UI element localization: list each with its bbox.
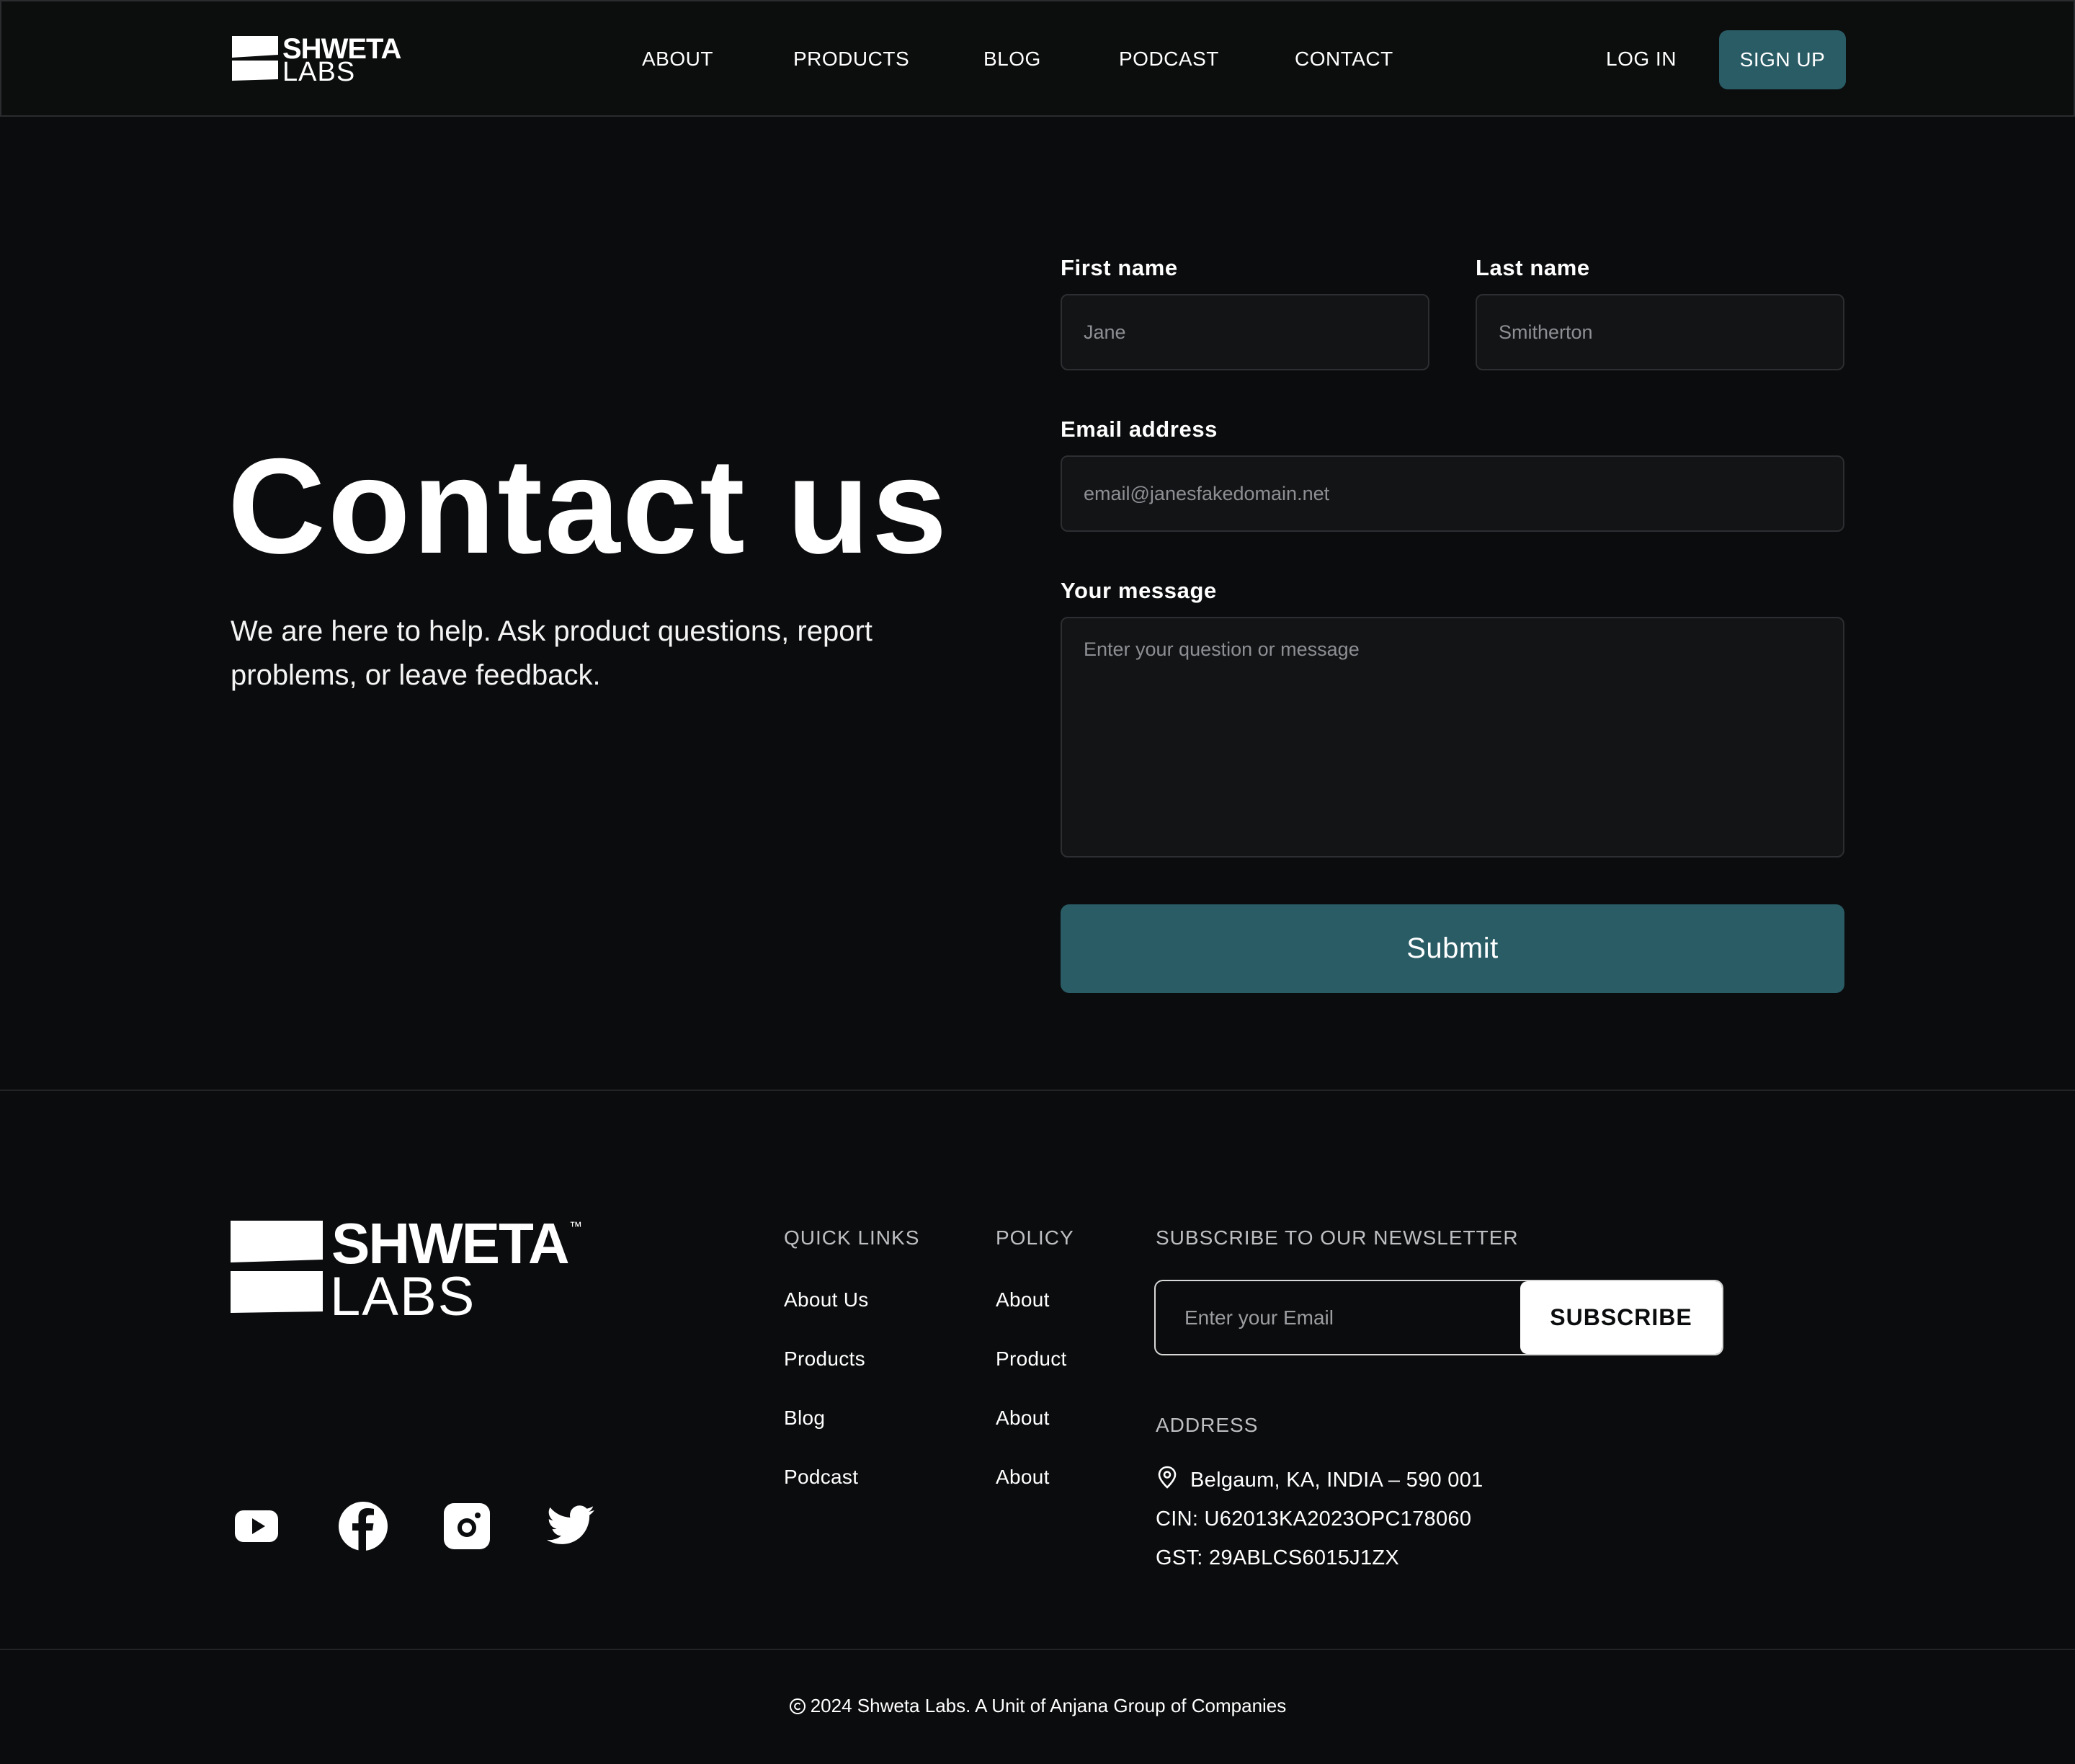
policy-link-product[interactable]: Product [996,1346,1067,1372]
logo-wordmark-top: SHWETA [331,1211,570,1275]
quick-links-heading: QUICK LINKS [784,1226,920,1249]
policy-link-about[interactable]: About [996,1287,1050,1313]
page-subtitle: We are here to help. Ask product questio… [231,615,873,691]
newsletter-form: SUBSCRIBE [1154,1280,1723,1355]
footer-link-products[interactable]: Products [784,1346,865,1372]
footer-logo[interactable]: SHWETA ™ LABS [231,1215,605,1326]
nav-about[interactable]: ABOUT [642,46,713,72]
newsletter-email-input[interactable] [1156,1281,1520,1354]
section-divider [0,1090,2075,1091]
logo-mark-icon [232,36,278,81]
login-link[interactable]: LOG IN [1606,46,1677,72]
signup-button[interactable]: SIGN UP [1719,30,1846,89]
footer-link-podcast[interactable]: Podcast [784,1464,858,1490]
instagram-icon[interactable] [441,1500,493,1552]
twitter-icon[interactable] [545,1500,597,1552]
address-gst: GST: 29ABLCS6015J1ZX [1156,1546,1400,1569]
logo-wordmark-bottom: LABS [282,57,356,87]
first-name-input[interactable] [1061,294,1429,370]
logo-mark-icon [231,1221,323,1313]
policy-link-about[interactable]: About [996,1464,1050,1490]
nav-products[interactable]: PRODUCTS [793,46,909,72]
logo-wordmark-bottom: LABS [330,1266,476,1327]
facebook-icon[interactable] [337,1500,389,1552]
trademark-symbol: ™ [569,1219,582,1234]
first-name-label: First name [1061,255,1178,280]
site-header: SHWETA LABS ABOUT PRODUCTS BLOG PODCAST … [0,0,2075,117]
policy-heading: POLICY [996,1226,1074,1249]
nav-podcast[interactable]: PODCAST [1119,46,1219,72]
nav-contact[interactable]: CONTACT [1295,46,1393,72]
nav-blog[interactable]: BLOG [983,46,1041,72]
email-input[interactable] [1061,455,1844,532]
message-label: Your message [1061,578,1217,603]
footer-link-blog[interactable]: Blog [784,1405,825,1431]
location-pin-icon [1158,1466,1177,1489]
copyright: 2024 Shweta Labs. A Unit of Anjana Group… [0,1693,2075,1718]
email-label: Email address [1061,416,1218,442]
youtube-icon[interactable] [231,1500,282,1552]
copyright-icon [789,1698,806,1714]
address-cin: CIN: U62013KA2023OPC178060 [1156,1507,1472,1531]
header-logo[interactable]: SHWETA LABS [232,35,405,87]
submit-button[interactable]: Submit [1061,904,1844,993]
copyright-text: 2024 Shweta Labs. A Unit of Anjana Group… [810,1695,1287,1716]
newsletter-heading: SUBSCRIBE TO OUR NEWSLETTER [1156,1226,1519,1249]
page-title: Contact us [228,430,950,582]
subscribe-button[interactable]: SUBSCRIBE [1520,1281,1722,1354]
address-location: Belgaum, KA, INDIA – 590 001 [1190,1469,1483,1492]
address-heading: ADDRESS [1156,1414,1259,1436]
policy-link-about[interactable]: About [996,1405,1050,1431]
last-name-input[interactable] [1476,294,1844,370]
footer-divider [0,1649,2075,1650]
last-name-label: Last name [1476,255,1590,280]
footer-link-about-us[interactable]: About Us [784,1287,869,1313]
message-textarea[interactable] [1061,617,1844,858]
